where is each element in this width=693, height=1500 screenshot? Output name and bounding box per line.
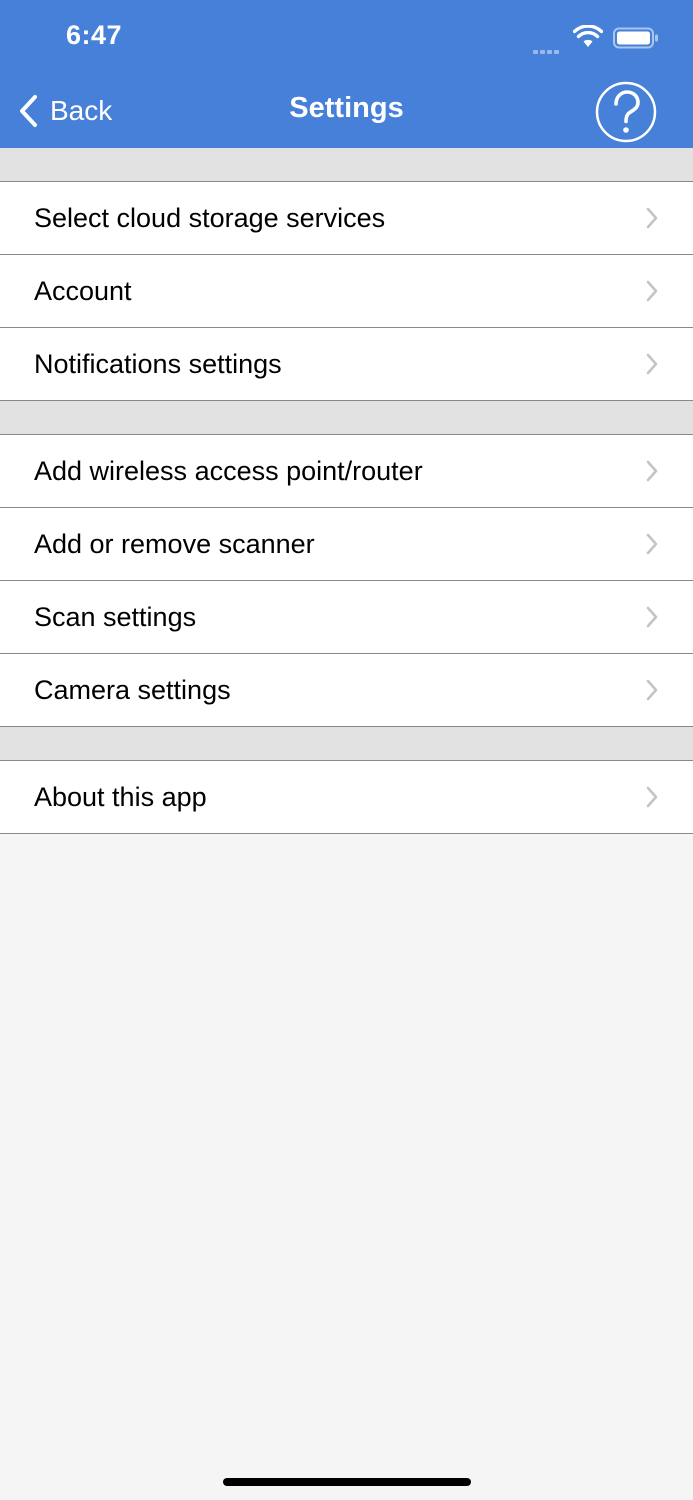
- list-item-label: About this app: [34, 781, 207, 812]
- back-label: Back: [50, 95, 113, 126]
- list-item-add-wireless-access-point[interactable]: Add wireless access point/router: [0, 435, 693, 508]
- list-item-label: Select cloud storage services: [34, 202, 386, 233]
- list-item-label: Camera settings: [34, 674, 231, 705]
- section-separator: [0, 401, 693, 435]
- chevron-right-icon: [646, 679, 658, 701]
- list-item-about-this-app[interactable]: About this app: [0, 761, 693, 834]
- chevron-right-icon: [646, 533, 658, 555]
- list-item-label: Scan settings: [34, 601, 197, 632]
- home-indicator[interactable]: [223, 1478, 471, 1486]
- chevron-right-icon: [646, 460, 658, 482]
- navigation-bar: 6:47 Back Settings: [0, 0, 693, 148]
- list-item-notifications-settings[interactable]: Notifications settings: [0, 328, 693, 401]
- chevron-right-icon: [646, 786, 658, 808]
- wifi-icon: [573, 25, 603, 47]
- chevron-left-icon: [20, 95, 37, 127]
- help-button[interactable]: [595, 81, 657, 143]
- status-time: 6:47: [66, 20, 123, 50]
- list-item-label: Add wireless access point/router: [34, 455, 423, 486]
- chevron-right-icon: [646, 280, 658, 302]
- list-item-label: Add or remove scanner: [34, 528, 315, 559]
- list-item-label: Notifications settings: [34, 348, 282, 379]
- section-separator: [0, 727, 693, 761]
- question-circle-icon: [595, 81, 657, 143]
- chevron-right-icon: [646, 207, 658, 229]
- chevron-right-icon: [646, 353, 658, 375]
- list-item-camera-settings[interactable]: Camera settings: [0, 654, 693, 727]
- list-item-select-cloud-storage[interactable]: Select cloud storage services: [0, 182, 693, 255]
- list-item-label: Account: [34, 275, 132, 306]
- settings-list: Select cloud storage services Account No…: [0, 148, 693, 834]
- list-item-scan-settings[interactable]: Scan settings: [0, 581, 693, 654]
- battery-icon: [613, 27, 658, 49]
- list-item-account[interactable]: Account: [0, 255, 693, 328]
- list-item-add-or-remove-scanner[interactable]: Add or remove scanner: [0, 508, 693, 581]
- cellular-signal-icon: [533, 41, 565, 54]
- back-button[interactable]: Back: [18, 86, 112, 136]
- section-separator: [0, 148, 693, 182]
- chevron-right-icon: [646, 606, 658, 628]
